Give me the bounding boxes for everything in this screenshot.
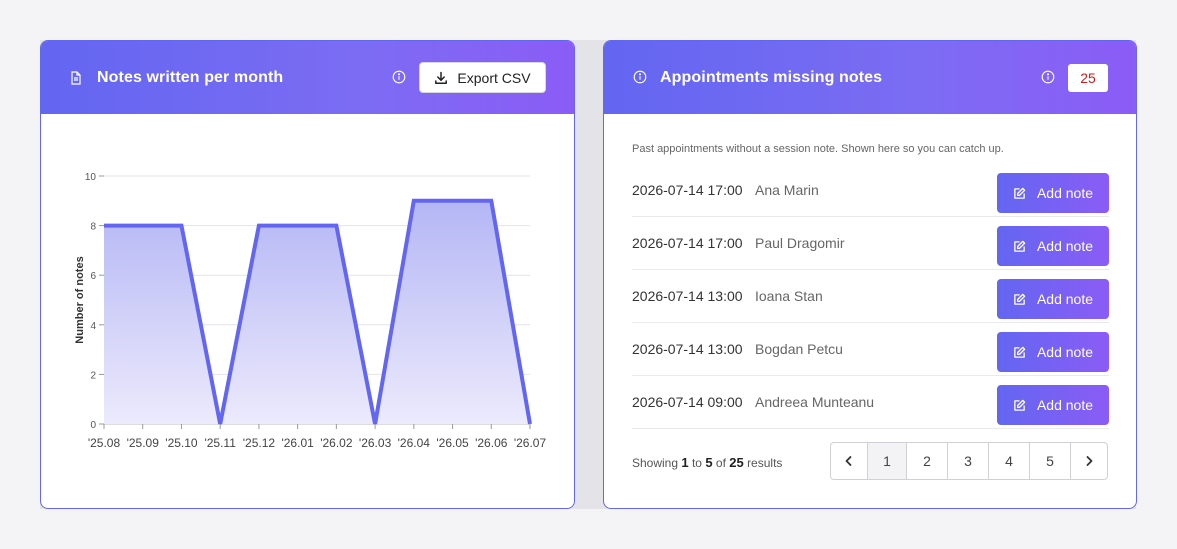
x-tick-label: '26.01 — [281, 436, 314, 450]
edit-icon — [1013, 346, 1026, 359]
appointment-client-name: Bogdan Petcu — [755, 341, 843, 357]
appointment-date: 2026-07-14 13:00 — [632, 288, 743, 304]
summary-from: 1 — [681, 455, 689, 470]
info-icon[interactable] — [392, 70, 406, 84]
appointment-client-name: Andreea Munteanu — [755, 394, 875, 410]
export-csv-label: Export CSV — [457, 69, 531, 86]
edit-icon — [1013, 187, 1026, 200]
x-tick-label: '26.05 — [436, 436, 469, 450]
summary-suffix: results — [747, 456, 783, 470]
x-tick-label: '25.08 — [88, 436, 121, 450]
summary-to: 5 — [705, 455, 713, 470]
appointment-client-name: Paul Dragomir — [755, 235, 845, 251]
page-button-4[interactable]: 4 — [989, 443, 1030, 479]
appointment-row: 2026-07-14 13:00 Bogdan Petcu Add note — [632, 323, 1109, 376]
edit-icon — [1013, 240, 1026, 253]
y-tick-label: 0 — [90, 420, 96, 431]
appointment-client-name: Ioana Stan — [755, 288, 823, 304]
x-tick-label: '26.02 — [320, 436, 353, 450]
y-tick-label: 2 — [90, 370, 96, 381]
missing-notes-header: Appointments missing notes 25 — [604, 41, 1136, 114]
appointment-client-name: Ana Marin — [755, 182, 819, 198]
add-note-button[interactable]: Add note — [997, 332, 1109, 372]
missing-notes-subtitle: Past appointments without a session note… — [632, 143, 1004, 155]
download-icon — [434, 71, 448, 85]
appointment-row: 2026-07-14 17:00 Ana Marin Add note — [632, 164, 1109, 217]
info-icon[interactable] — [633, 70, 647, 84]
missing-notes-count-badge: 25 — [1068, 64, 1108, 92]
y-tick-label: 6 — [90, 271, 96, 282]
next-page-button[interactable] — [1071, 443, 1107, 479]
summary-to-word: to — [691, 456, 702, 470]
export-csv-button[interactable]: Export CSV — [419, 62, 546, 93]
y-tick-label: 4 — [90, 321, 96, 332]
add-note-label: Add note — [1036, 344, 1094, 360]
appointment-row: 2026-07-14 09:00 Andreea Munteanu Add note — [632, 376, 1109, 429]
x-tick-label: '25.12 — [243, 436, 276, 450]
document-icon — [69, 70, 83, 85]
notes-card-title: Notes written per month — [97, 68, 284, 86]
appointment-row: 2026-07-14 13:00 Ioana Stan Add note — [632, 270, 1109, 323]
add-note-label: Add note — [1036, 397, 1094, 413]
missing-notes-title: Appointments missing notes — [660, 68, 883, 86]
missing-notes-card: Appointments missing notes 25 Past appoi… — [603, 40, 1137, 509]
appointment-date: 2026-07-14 09:00 — [632, 394, 743, 410]
edit-icon — [1013, 293, 1026, 306]
appointment-row: 2026-07-14 17:00 Paul Dragomir Add note — [632, 217, 1109, 270]
pagination-summary: Showing 1 to 5 of 25 results — [632, 455, 782, 470]
add-note-label: Add note — [1036, 291, 1094, 307]
appointment-date: 2026-07-14 17:00 — [632, 182, 743, 198]
appointment-date: 2026-07-14 13:00 — [632, 341, 743, 357]
page-button-3[interactable]: 3 — [948, 443, 989, 479]
notes-per-month-card: Notes written per month Export CSV 0 2 4 6 8… — [40, 40, 575, 509]
add-note-label: Add note — [1036, 185, 1094, 201]
y-tick-label: 8 — [90, 222, 96, 233]
prev-page-button[interactable] — [831, 443, 868, 479]
appointments-list: 2026-07-14 17:00 Ana Marin Add note 2026-07… — [632, 164, 1109, 429]
chevron-left-icon — [843, 455, 855, 467]
page-button-1[interactable]: 1 — [868, 443, 907, 479]
x-tick-label: '25.11 — [204, 436, 236, 450]
y-tick-label: 10 — [85, 172, 97, 183]
add-note-button[interactable]: Add note — [997, 385, 1109, 425]
add-note-button[interactable]: Add note — [997, 173, 1109, 213]
add-note-label: Add note — [1036, 238, 1094, 254]
summary-total: 25 — [729, 455, 744, 470]
chevron-right-icon — [1083, 455, 1095, 467]
summary-prefix: Showing — [632, 456, 679, 470]
x-tick-label: '26.03 — [359, 436, 392, 450]
x-tick-label: '26.07 — [514, 436, 547, 450]
notes-area-chart: 0 2 4 6 8 10 '25.08 '25.09 '25.10 '25.11 '25.12 '26… — [74, 172, 547, 450]
notes-area-fill — [104, 200, 530, 424]
page-button-5[interactable]: 5 — [1030, 443, 1071, 479]
pagination: 1 2 3 4 5 — [830, 442, 1108, 480]
notes-card-header: Notes written per month Export CSV — [41, 41, 574, 114]
info-icon[interactable] — [1041, 70, 1055, 84]
add-note-button[interactable]: Add note — [997, 279, 1109, 319]
x-tick-label: '26.06 — [475, 436, 508, 450]
x-tick-label: '25.10 — [165, 436, 198, 450]
page-button-2[interactable]: 2 — [907, 443, 948, 479]
y-axis-label: Number of notes — [74, 256, 86, 343]
summary-of-word: of — [715, 456, 726, 470]
appointment-date: 2026-07-14 17:00 — [632, 235, 743, 251]
edit-icon — [1013, 399, 1026, 412]
x-tick-label: '26.04 — [398, 436, 431, 450]
add-note-button[interactable]: Add note — [997, 226, 1109, 266]
x-tick-label: '25.09 — [127, 436, 160, 450]
